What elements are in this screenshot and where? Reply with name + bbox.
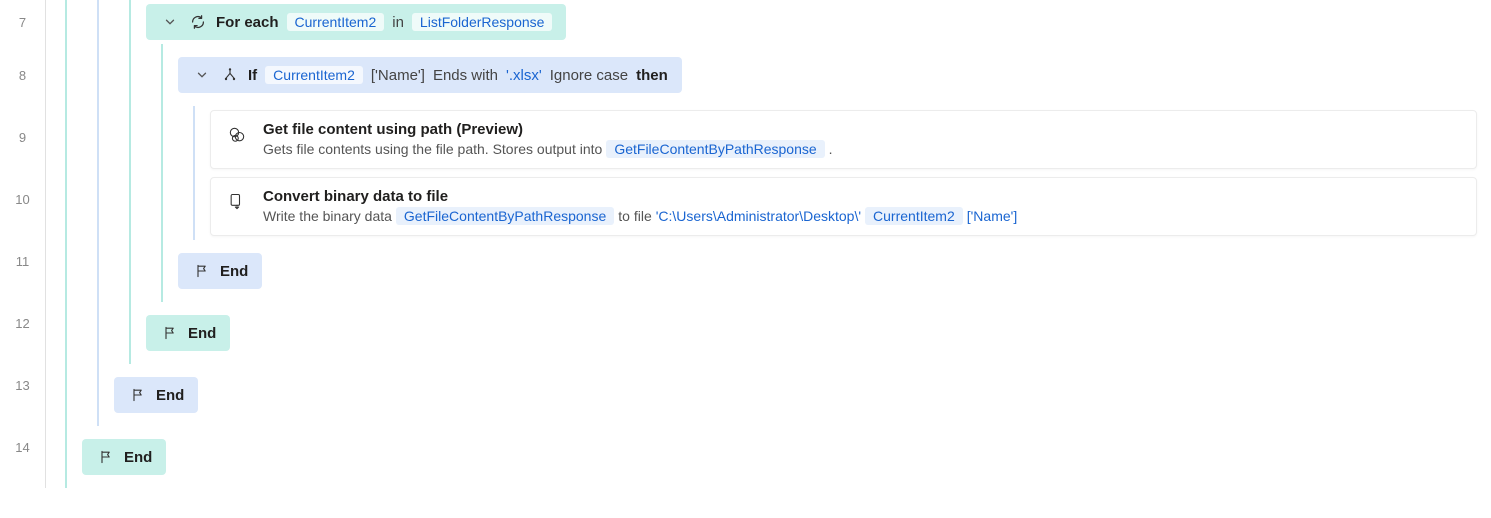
variable-token[interactable]: ListFolderResponse: [412, 13, 553, 31]
end-block[interactable]: End: [114, 377, 198, 413]
foreach-keyword: For each: [216, 14, 279, 31]
line-number: 14: [0, 416, 45, 478]
flag-icon: [192, 261, 212, 281]
line-number: 10: [0, 168, 45, 230]
sharepoint-icon: [225, 123, 249, 147]
end-block[interactable]: End: [82, 439, 166, 475]
line-number-gutter: 7 8 9 10 11 12 13 14: [0, 0, 46, 488]
variable-token[interactable]: CurrentItem2: [865, 207, 963, 225]
flag-icon: [128, 385, 148, 405]
chevron-down-icon[interactable]: [160, 12, 180, 32]
line-number: 8: [0, 44, 45, 106]
action-desc-mid: to file: [618, 208, 651, 224]
action-convert-binary[interactable]: Convert binary data to file Write the bi…: [210, 177, 1477, 236]
action-desc-suffix: .: [829, 141, 833, 157]
literal-value: '.xlsx': [506, 67, 542, 84]
in-keyword: in: [392, 14, 404, 31]
if-block[interactable]: If CurrentItem2 ['Name'] Ends with '.xls…: [178, 57, 682, 93]
flow-editor: For each CurrentItem2 in ListFolderRespo…: [46, 0, 1491, 488]
convert-file-icon: [225, 190, 249, 214]
end-foreach-block[interactable]: End: [146, 315, 230, 351]
operator-text: Ends with: [433, 67, 498, 84]
action-title: Convert binary data to file: [263, 188, 1017, 205]
end-label: End: [124, 449, 152, 466]
literal-path: 'C:\Users\Administrator\Desktop\': [656, 208, 861, 224]
end-label: End: [220, 263, 248, 280]
line-number: 11: [0, 230, 45, 292]
accessor-text: ['Name']: [371, 67, 425, 84]
if-keyword: If: [248, 67, 257, 84]
loop-icon: [188, 12, 208, 32]
modifier-text: Ignore case: [550, 67, 628, 84]
flag-icon: [96, 447, 116, 467]
chevron-down-icon[interactable]: [192, 65, 212, 85]
then-keyword: then: [636, 67, 668, 84]
branch-icon: [220, 65, 240, 85]
action-desc-prefix: Write the binary data: [263, 208, 392, 224]
end-label: End: [188, 325, 216, 342]
end-label: End: [156, 387, 184, 404]
variable-token[interactable]: CurrentItem2: [265, 66, 363, 84]
end-if-block[interactable]: End: [178, 253, 262, 289]
line-number: 9: [0, 106, 45, 168]
action-title: Get file content using path (Preview): [263, 121, 833, 138]
line-number: 12: [0, 292, 45, 354]
variable-token[interactable]: GetFileContentByPathResponse: [606, 140, 824, 158]
action-get-file-content[interactable]: Get file content using path (Preview) Ge…: [210, 110, 1477, 169]
variable-token[interactable]: CurrentItem2: [287, 13, 385, 31]
line-number: 13: [0, 354, 45, 416]
flag-icon: [160, 323, 180, 343]
action-desc-prefix: Gets file contents using the file path. …: [263, 141, 602, 157]
foreach-block[interactable]: For each CurrentItem2 in ListFolderRespo…: [146, 4, 566, 40]
line-number: 7: [0, 0, 45, 44]
accessor-text: ['Name']: [967, 208, 1017, 224]
variable-token[interactable]: GetFileContentByPathResponse: [396, 207, 614, 225]
